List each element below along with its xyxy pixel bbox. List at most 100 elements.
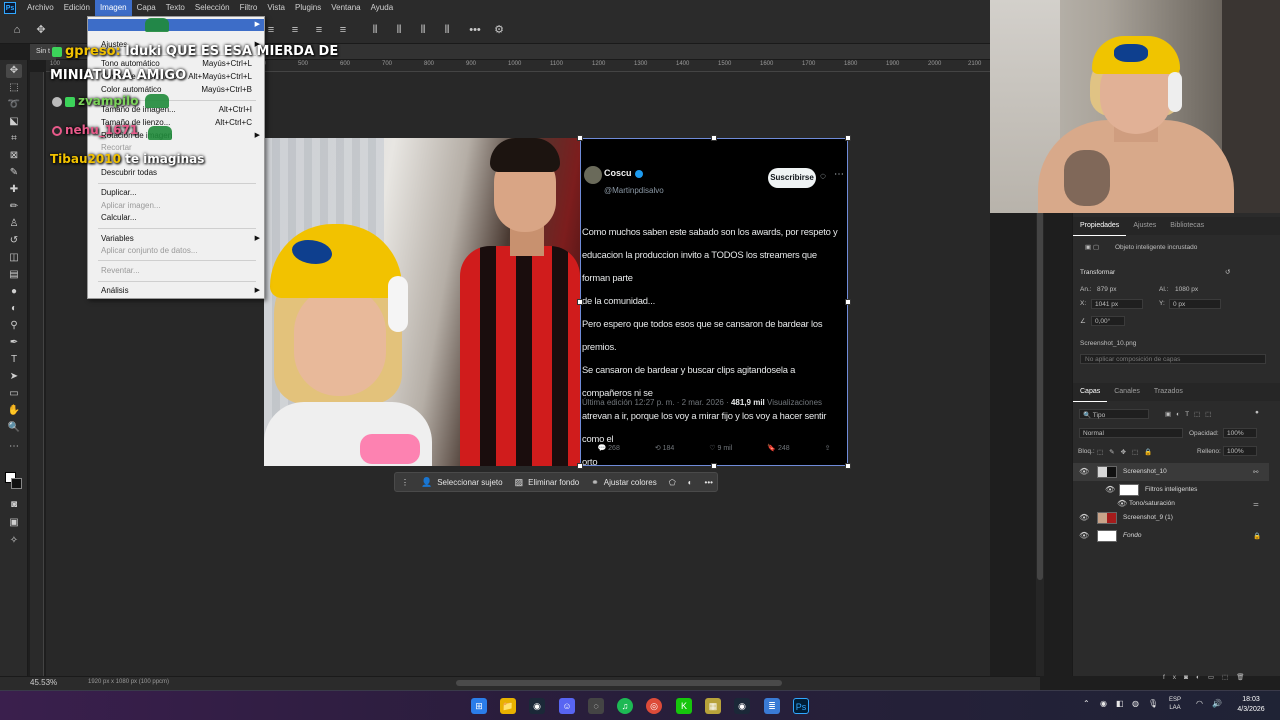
menu-item-variables[interactable]: Variables ▶	[88, 233, 264, 245]
menu-imagen[interactable]: Imagen	[94, 0, 132, 16]
transform-bounding-box[interactable]	[577, 135, 851, 469]
clone-stamp-icon[interactable]: ♙	[6, 217, 22, 231]
align-bottom-icon[interactable]: ⫴	[416, 23, 430, 37]
transform-icon[interactable]: ⬠	[663, 478, 682, 487]
notepad-icon[interactable]: ≣	[764, 698, 780, 714]
tab-adjustments[interactable]: Ajustes	[1126, 217, 1163, 235]
menu-item-analisis[interactable]: Análisis ▶	[88, 285, 264, 297]
align-right-icon[interactable]: ≡	[312, 23, 326, 37]
sponge-tool-icon[interactable]: ⚲	[6, 319, 22, 333]
transform-handle[interactable]	[577, 299, 583, 305]
adjust-colors-button[interactable]: ⚭ Ajustar colores	[585, 477, 662, 488]
tab-libraries[interactable]: Bibliotecas	[1163, 217, 1211, 235]
horizontal-scrollbar[interactable]	[456, 680, 782, 686]
distribute-icon[interactable]: ⫴	[440, 23, 454, 37]
layer-screenshot-10[interactable]: 👁 Screenshot_10 ⚯	[1073, 463, 1269, 481]
volume-icon[interactable]: 🔊	[1212, 699, 1222, 708]
eye-icon[interactable]: 👁	[1079, 513, 1089, 522]
generative-icon[interactable]: ✧	[6, 534, 22, 548]
more-tools-icon[interactable]: ⋯	[6, 440, 22, 454]
screen-mode-icon[interactable]: ▣	[6, 516, 22, 530]
menu-archivo[interactable]: Archivo	[22, 0, 59, 16]
transform-handle[interactable]	[577, 463, 583, 469]
discord-icon[interactable]: ☺	[559, 698, 575, 714]
system-clock[interactable]: 18:03 4/3/2026	[1228, 695, 1274, 715]
menu-plugins[interactable]: Plugins	[290, 0, 326, 16]
file-explorer-icon[interactable]: 📁	[500, 698, 516, 714]
menu-texto[interactable]: Texto	[161, 0, 190, 16]
app-icon[interactable]: ▦	[705, 698, 721, 714]
lasso-tool-icon[interactable]: ➰	[6, 98, 22, 112]
align-middle-icon[interactable]: ⫴	[392, 23, 406, 37]
dodge-tool-icon[interactable]: ◐	[6, 302, 22, 316]
eye-icon[interactable]: 👁	[1079, 531, 1089, 540]
eraser-tool-icon[interactable]: ◫	[6, 251, 22, 265]
pen-tool-icon[interactable]: ✒	[6, 336, 22, 350]
menu-capa[interactable]: Capa	[132, 0, 161, 16]
angle-field[interactable]: 0,00°	[1091, 316, 1125, 326]
menu-item-descubrir-todas[interactable]: Descubrir todas	[88, 167, 264, 179]
wifi-icon[interactable]: ◠	[1196, 699, 1203, 708]
menu-item-duplicar[interactable]: Duplicar...	[88, 187, 264, 199]
rectangle-tool-icon[interactable]: ▭	[6, 387, 22, 401]
chrome-icon[interactable]: ◎	[646, 698, 662, 714]
microphone-icon[interactable]: 🎙	[1148, 699, 1158, 708]
windows-start-icon[interactable]: ⊞	[471, 698, 487, 714]
more-options-icon[interactable]: •••	[699, 478, 719, 487]
tab-properties[interactable]: Propiedades	[1073, 217, 1127, 236]
layer-screenshot-9[interactable]: 👁 Screenshot_9 (1)	[1073, 509, 1269, 527]
menu-ventana[interactable]: Ventana	[326, 0, 365, 16]
hand-tool-icon[interactable]: ✋	[6, 404, 22, 418]
brush-tool-icon[interactable]: ✏	[6, 200, 22, 214]
history-brush-icon[interactable]: ↺	[6, 234, 22, 248]
language-indicator[interactable]: ESP LAA	[1169, 696, 1181, 712]
menu-filtro[interactable]: Filtro	[235, 0, 263, 16]
type-tool-icon[interactable]: T	[6, 353, 22, 367]
crop-tool-icon[interactable]: ⌗	[6, 132, 22, 146]
tray-app-icon[interactable]: ◉	[1100, 699, 1107, 708]
photoshop-icon[interactable]: Ps	[793, 698, 809, 714]
eye-icon[interactable]: 👁	[1117, 499, 1127, 508]
filter-options-icon[interactable]: ⚌	[1253, 500, 1259, 508]
layer-filter-icons[interactable]: ▣◐T⬚⬚	[1165, 410, 1216, 418]
steam-icon[interactable]: ◉	[529, 698, 545, 714]
spotify-icon[interactable]: ♫	[617, 698, 633, 714]
transform-handle[interactable]	[711, 135, 717, 141]
move-tool-icon[interactable]: ✥	[34, 23, 48, 37]
layer-fondo[interactable]: 👁 Fondo 🔒	[1073, 527, 1269, 545]
transform-handle[interactable]	[577, 135, 583, 141]
transform-handle[interactable]	[845, 299, 851, 305]
lock-icons[interactable]: ⬚✎✥⬚🔒	[1097, 448, 1158, 456]
menu-edicion[interactable]: Edición	[59, 0, 95, 16]
background-color-swatch[interactable]	[11, 478, 22, 489]
align-top-icon[interactable]: ⫴	[368, 23, 382, 37]
frame-tool-icon[interactable]: ⊠	[6, 149, 22, 163]
menu-seleccion[interactable]: Selección	[190, 0, 235, 16]
zoom-level[interactable]: 45.53%	[30, 678, 57, 687]
path-select-icon[interactable]: ➤	[6, 370, 22, 384]
height-value[interactable]: 1080 px	[1175, 286, 1198, 293]
y-field[interactable]: 0 px	[1169, 299, 1221, 309]
marquee-tool-icon[interactable]: ⬚	[6, 81, 22, 95]
select-subject-button[interactable]: 👤 Seleccionar sujeto	[415, 477, 509, 488]
move-tool-icon[interactable]: ✥	[6, 64, 22, 78]
more-options-icon[interactable]: •••	[468, 23, 482, 37]
eye-icon[interactable]: 👁	[1079, 467, 1089, 476]
x-field[interactable]: 1041 px	[1091, 299, 1143, 309]
remove-background-button[interactable]: ▨ Eliminar fondo	[509, 477, 586, 488]
transform-handle[interactable]	[845, 135, 851, 141]
eyedropper-tool-icon[interactable]: ✎	[6, 166, 22, 180]
drag-handle-icon[interactable]: ⋮	[395, 478, 415, 487]
layer-comp-select[interactable]: No aplicar composición de capas	[1080, 354, 1266, 364]
home-icon[interactable]: ⌂	[10, 23, 24, 37]
layers-footer-icons[interactable]: fx◙◐▭⬚🗑	[1163, 673, 1252, 681]
gradient-tool-icon[interactable]: ▤	[6, 268, 22, 282]
reset-icon[interactable]: ↺	[1225, 268, 1230, 276]
menu-item-modo[interactable]: ▶	[88, 19, 264, 31]
menu-vista[interactable]: Vista	[262, 0, 290, 16]
object-select-tool-icon[interactable]: ⬕	[6, 115, 22, 129]
filter-toggle-icon[interactable]: ●	[1255, 409, 1259, 416]
tray-app-icon[interactable]: ◍	[1132, 699, 1139, 708]
opacity-field[interactable]: 100%	[1223, 428, 1257, 438]
align-distribute-icon[interactable]: ≡	[336, 23, 350, 37]
